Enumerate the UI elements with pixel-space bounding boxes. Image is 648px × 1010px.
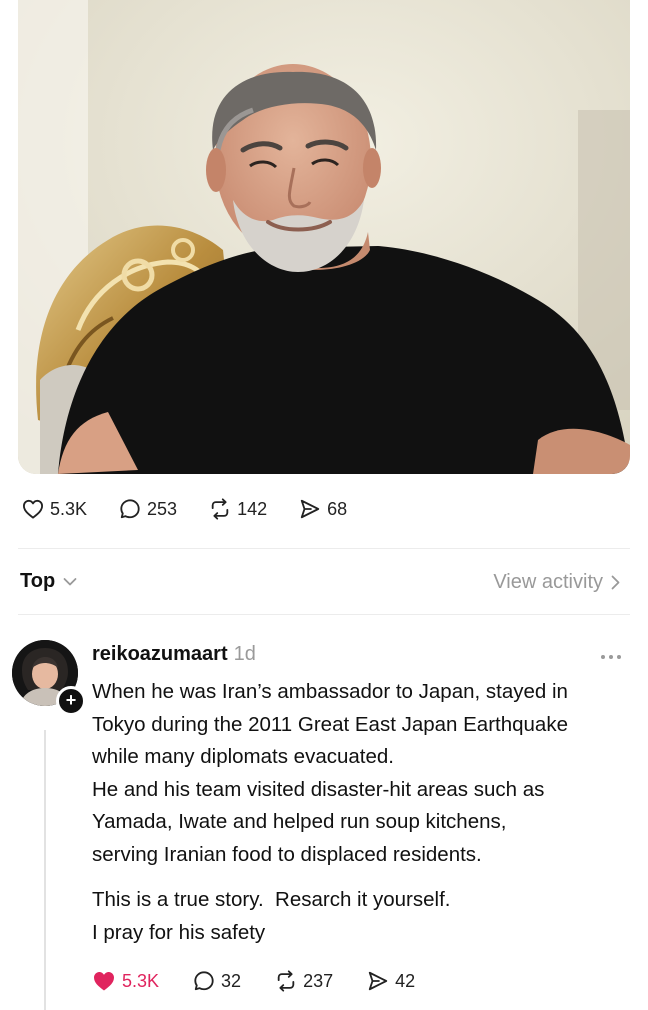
repost-count: 142 [237,498,268,519]
view-activity-label: View activity [493,571,603,593]
comment-line: while many diplomats evacuated. [92,745,394,768]
chevron-down-icon [63,577,77,585]
comment-repost-button[interactable]: 237 [275,970,333,992]
thread-line [44,730,46,1010]
like-count: 5.3K [50,498,88,519]
comment-paragraph: When he was Iran’s ambassador to Japan, … [92,676,632,871]
comment-header: reikoazumaart 1d [92,643,256,666]
comment-like-count: 5.3K [122,970,160,991]
comment-line: He and his team visited disaster-hit are… [92,777,545,801]
post-image[interactable] [18,0,630,474]
username-link[interactable]: reikoazumaart [92,643,228,665]
sort-label: Top [20,570,56,592]
comment-paragraph: This is a true story. Resarch it yoursel… [92,884,632,949]
comment-share-button[interactable]: 42 [367,970,415,992]
repost-icon [277,970,295,992]
comment-line: Tokyo during the 2011 Great East Japan E… [92,712,568,736]
send-icon [368,971,388,991]
comment-line: Yamada, Iwate and helped run soup kitche… [92,810,507,833]
reply-button[interactable]: 253 [119,498,177,520]
plus-icon: + [65,690,77,710]
chevron-right-icon [611,575,620,590]
post-action-bar: 5.3K 253 142 68 [22,498,379,520]
heart-filled-icon [94,972,114,991]
comment-action-bar: 5.3K 32 237 42 [92,970,449,992]
more-options-button[interactable] [600,644,622,665]
comment-repost-count: 237 [303,970,334,991]
photo-illustration [18,0,630,474]
heart-icon [22,499,43,519]
sort-dropdown[interactable]: Top [20,570,77,593]
like-button[interactable]: 5.3K [22,499,87,520]
repost-icon [211,498,229,520]
divider [18,548,630,549]
comment-bubble-icon [194,971,214,991]
timestamp: 1d [233,643,256,665]
comment-line: I pray for his safety [92,920,266,944]
view-activity-link[interactable]: View activity [493,571,620,594]
comment-text: When he was Iran’s ambassador to Japan, … [92,676,632,949]
share-count: 68 [327,498,348,519]
comment-like-button[interactable]: 5.3K [92,970,159,992]
send-icon [300,499,320,519]
comment-reply-count: 32 [221,970,242,991]
comment-reply-button[interactable]: 32 [193,970,241,992]
comment-line: When he was Iran’s ambassador to Japan, … [92,680,568,703]
share-button[interactable]: 68 [299,498,347,520]
reply-count: 253 [147,498,178,519]
repost-button[interactable]: 142 [209,498,267,520]
comment-share-count: 42 [395,970,416,991]
comment-bubble-icon [120,499,140,519]
more-horizontal-icon [601,655,621,659]
divider [18,614,630,615]
follow-plus-button[interactable]: + [56,686,86,716]
comment-line: This is a true story. Resarch it yoursel… [92,888,451,911]
comment-line: serving Iranian food to displaced reside… [92,842,482,866]
